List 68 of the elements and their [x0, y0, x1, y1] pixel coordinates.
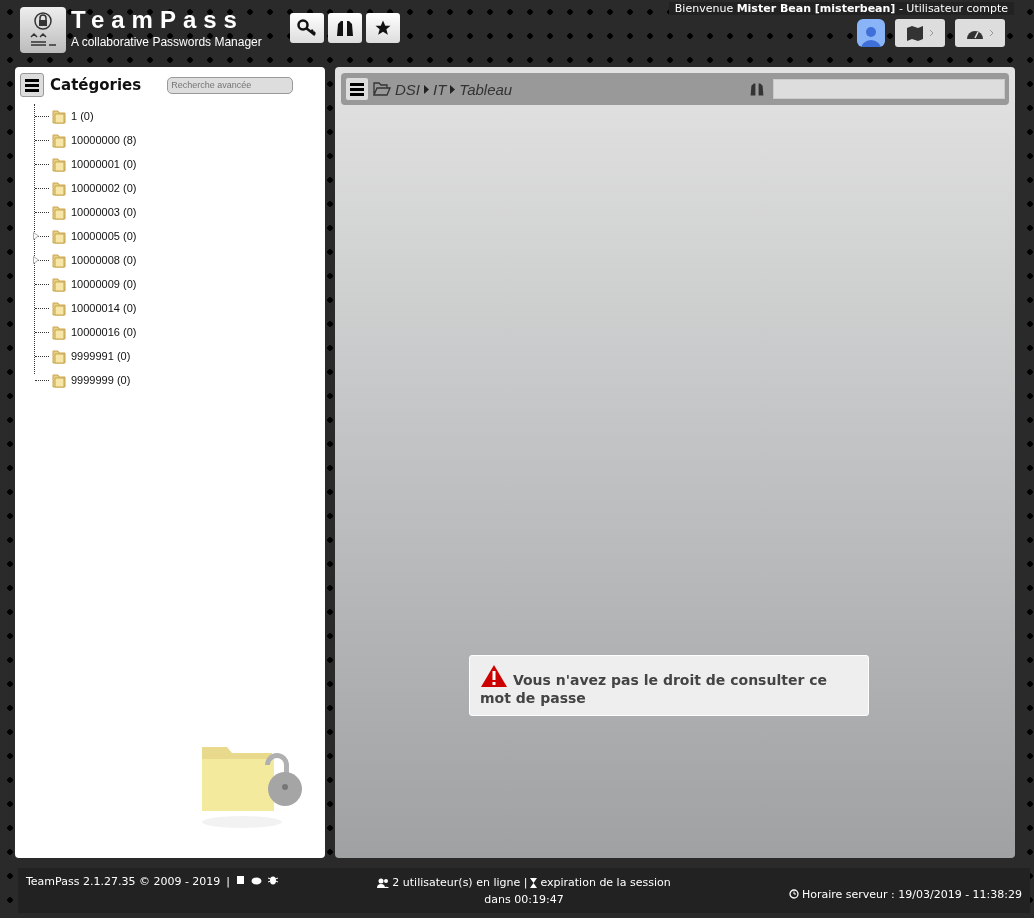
- chevron-icon: [928, 29, 934, 37]
- server-time-text: Horaire serveur : 19/03/2019 - 11:38:29: [801, 887, 1022, 901]
- folder-label[interactable]: 10000009 (0): [71, 278, 137, 290]
- key-icon: [296, 19, 317, 37]
- map-icon: [906, 25, 923, 41]
- folder-label[interactable]: 10000001 (0): [71, 158, 137, 170]
- expand-icon[interactable]: [33, 256, 39, 264]
- hourglass-icon: [530, 877, 538, 888]
- folder-label[interactable]: 10000008 (0): [71, 254, 137, 266]
- sidebar-title: Catégories: [50, 76, 142, 94]
- search-field[interactable]: Recherche avancée: [167, 76, 294, 94]
- folder-icon: [51, 372, 67, 388]
- folder-icon: [51, 324, 67, 340]
- folder-label[interactable]: 10000000 (8): [71, 134, 137, 146]
- binoculars-icon: [749, 81, 765, 97]
- folder-icon: [51, 108, 67, 124]
- menu-icon: [25, 78, 39, 92]
- welcome-text: Bienvenue Mister Bean [misterbean] - Utilisateur compte: [668, 2, 1014, 15]
- folder-label[interactable]: 10000016 (0): [71, 326, 137, 338]
- folder-label[interactable]: 10000014 (0): [71, 302, 137, 314]
- map-button[interactable]: [895, 19, 945, 47]
- star-icon: [373, 19, 392, 37]
- user-avatar-icon[interactable]: [857, 19, 885, 47]
- bug-icon[interactable]: [268, 875, 279, 885]
- folder-label[interactable]: 1 (0): [71, 110, 94, 122]
- clock-icon: [788, 889, 799, 899]
- folder-label[interactable]: 10000005 (0): [71, 230, 137, 242]
- folder-icon: [51, 300, 67, 316]
- error-message: Vous n'avez pas le droit de consulter ce mot de passe: [469, 655, 869, 716]
- folder-icon: [51, 252, 67, 268]
- folder-icon: [51, 180, 67, 196]
- folder-icon: [51, 276, 67, 292]
- menu-button[interactable]: [345, 77, 369, 101]
- binoculars-icon: [334, 18, 355, 38]
- dashboard-button[interactable]: [955, 19, 1005, 47]
- folder-open-icon: [373, 82, 391, 96]
- menu-button[interactable]: [20, 73, 44, 97]
- breadcrumb-link[interactable]: IT: [433, 80, 447, 98]
- expand-icon[interactable]: [33, 232, 39, 240]
- search-button[interactable]: [327, 13, 362, 43]
- folder-icon: [51, 204, 67, 220]
- folder-icon: [51, 348, 67, 364]
- chevron-icon: [988, 29, 994, 37]
- menu-icon: [350, 82, 364, 96]
- folder-label[interactable]: 10000002 (0): [71, 182, 137, 194]
- breadcrumb-link[interactable]: DSI: [395, 80, 420, 98]
- warning-icon: [480, 664, 508, 688]
- users-icon: [377, 877, 390, 888]
- separator-text: |: [226, 875, 231, 888]
- app-title: TeamPass: [71, 6, 245, 34]
- folder-label[interactable]: 10000003 (0): [71, 206, 137, 218]
- caret-icon: [450, 84, 456, 94]
- folder-icon: [51, 132, 67, 148]
- version-text: TeamPass 2.1.27.35 © 2009 - 2019: [26, 875, 221, 888]
- search-field[interactable]: [773, 79, 1005, 99]
- folder-label[interactable]: 9999999 (0): [71, 374, 131, 386]
- breadcrumb-link[interactable]: Tableau: [459, 80, 513, 98]
- countdown-text: dans 00:19:47: [484, 892, 564, 906]
- session-expiration-text: expiration de la session: [540, 875, 671, 890]
- lock-logo-icon: [20, 7, 66, 53]
- folder-label[interactable]: 9999991 (0): [71, 350, 131, 362]
- app-subtitle: A collaborative Passwords Manager: [71, 35, 262, 49]
- folder-icon: [51, 228, 67, 244]
- folder-icon: [51, 156, 67, 172]
- caret-icon: [424, 84, 429, 94]
- favorites-button[interactable]: [365, 13, 400, 43]
- online-users-text: 2 utilisateur(s) en ligne |: [392, 875, 528, 890]
- key-button[interactable]: [289, 13, 324, 43]
